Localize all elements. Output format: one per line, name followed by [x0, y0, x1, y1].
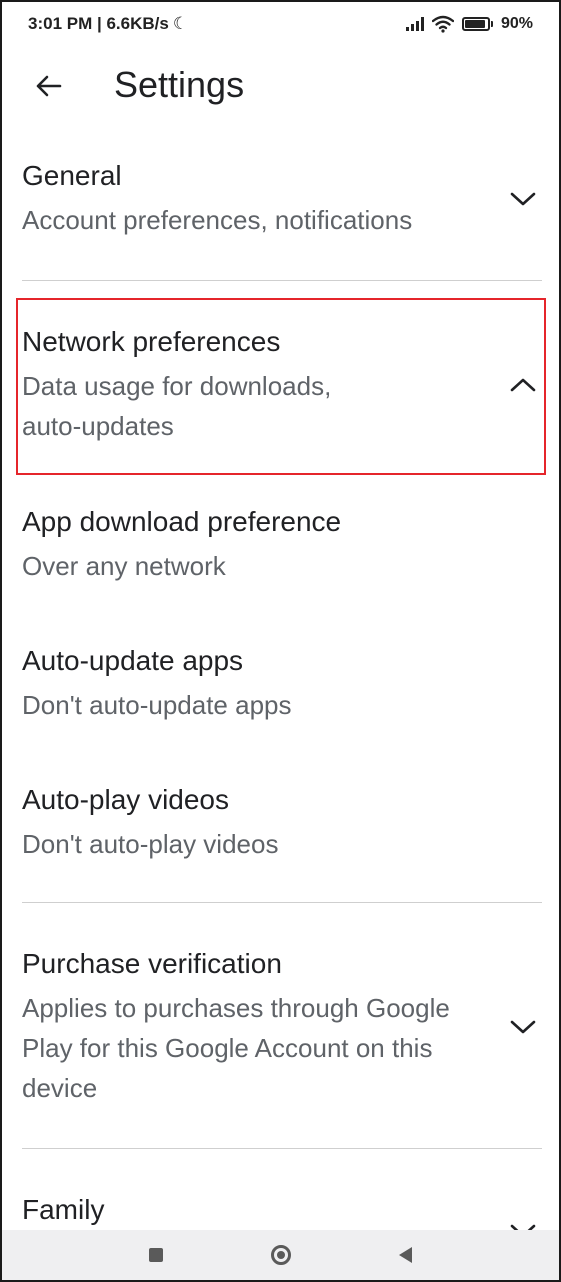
recents-square-icon[interactable]: [149, 1248, 163, 1262]
section-purchase-title: Purchase verification: [22, 948, 282, 979]
section-purchase-subtitle-line1: Applies to purchases through Google: [22, 993, 450, 1023]
divider: [22, 280, 542, 281]
chevron-down-icon: [508, 184, 538, 214]
setting-auto-play-videos[interactable]: Auto-play videos Don't auto-play videos: [22, 782, 542, 864]
signal-icon: [405, 17, 424, 31]
app-header: Settings: [2, 52, 559, 118]
section-purchase-verification[interactable]: Purchase verification Applies to purchas…: [22, 946, 542, 1126]
chevron-up-icon: [508, 370, 538, 400]
status-bar: 3:01 PM | 6.6KB/s ☾ 90%: [2, 2, 559, 46]
battery-percent: 90%: [500, 15, 533, 32]
section-purchase-subtitle-line3: device: [22, 1073, 98, 1103]
chevron-down-icon: [508, 1012, 538, 1042]
setting-title: Auto-update apps: [22, 645, 244, 676]
status-time-speed: 3:01 PM | 6.6KB/s: [28, 14, 169, 33]
back-triangle-icon[interactable]: [399, 1247, 412, 1263]
divider: [22, 902, 542, 903]
arrow-back-icon: [36, 75, 62, 97]
setting-value: Over any network: [22, 551, 226, 581]
section-network-subtitle-line2: auto-updates: [22, 411, 174, 441]
home-circle-icon[interactable]: [271, 1245, 291, 1265]
page-title: Settings: [114, 64, 245, 105]
wifi-icon: [431, 15, 454, 33]
section-network-title: Network preferences: [22, 326, 281, 357]
screen: 3:01 PM | 6.6KB/s ☾ 90% Settings General…: [0, 0, 561, 1282]
section-network-preferences[interactable]: Network preferences Data usage for downl…: [22, 324, 542, 454]
battery-icon: [461, 17, 493, 31]
setting-app-download-preference[interactable]: App download preference Over any network: [22, 504, 542, 586]
status-left: 3:01 PM | 6.6KB/s ☾: [28, 14, 188, 34]
section-network-subtitle-line1: Data usage for downloads,: [22, 371, 332, 401]
moon-icon: ☾: [172, 14, 189, 33]
section-general-subtitle: Account preferences, notifications: [22, 205, 413, 235]
setting-title: Auto-play videos: [22, 784, 230, 815]
back-button[interactable]: [26, 66, 70, 106]
divider: [22, 1148, 542, 1149]
setting-value: Don't auto-play videos: [22, 829, 279, 859]
section-general-title: General: [22, 160, 122, 191]
section-purchase-subtitle-line2: Play for this Google Account on this: [22, 1033, 433, 1063]
system-nav-bar: [2, 1230, 559, 1280]
section-general[interactable]: General Account preferences, notificatio…: [22, 158, 542, 268]
setting-auto-update-apps[interactable]: Auto-update apps Don't auto-update apps: [22, 643, 542, 725]
status-right: 90%: [405, 15, 533, 33]
section-family[interactable]: Family: [22, 1192, 542, 1238]
section-family-title: Family: [22, 1194, 105, 1225]
setting-value: Don't auto-update apps: [22, 690, 292, 720]
setting-title: App download preference: [22, 506, 342, 537]
